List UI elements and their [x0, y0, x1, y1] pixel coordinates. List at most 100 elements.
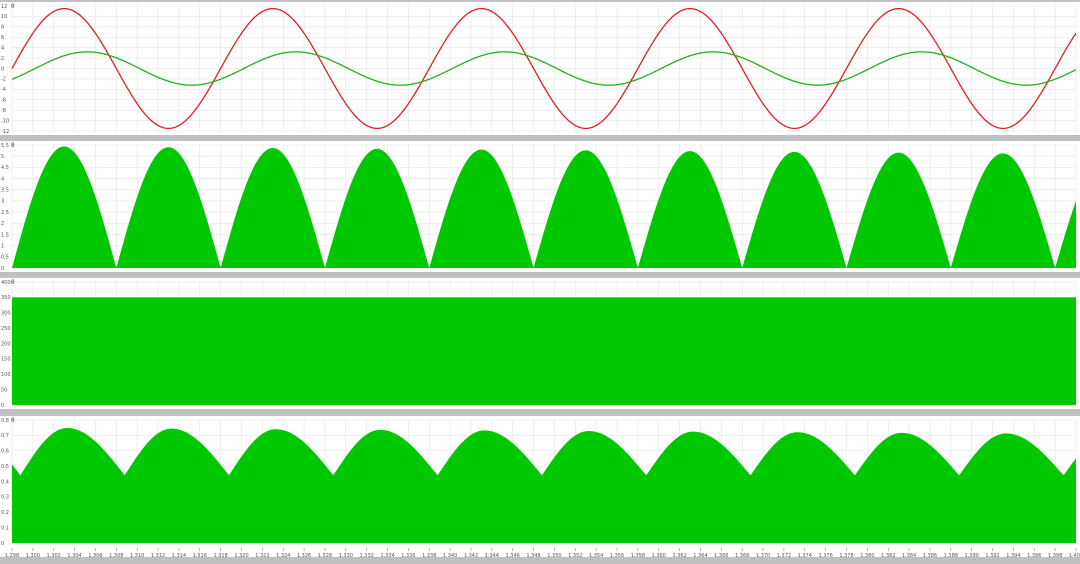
plot-canvas-4: 0 0.1 0.2 0.3 0.4 0.5 0.6 0.7 0.8: [1, 418, 1077, 547]
y-tick-label: 100: [1, 372, 11, 378]
y-tick-label: 0.4: [1, 479, 9, 485]
y-tick-label: 3: [1, 199, 4, 205]
x-tick-label: 1.364: [693, 553, 707, 559]
y-tick-label: 10: [1, 14, 7, 20]
x-tick-label: 1.336: [401, 553, 415, 559]
plot-panel-ripple[interactable]: 0 0.1 0.2 0.3 0.4 0.5 0.6 0.7 0.8 0: [0, 416, 1080, 547]
y-tick-label: 200: [1, 341, 11, 347]
series-fill-1: [12, 146, 1076, 268]
x-tick-label: 1.334: [380, 553, 394, 559]
x-tick-label: 1.386: [923, 553, 937, 559]
plot-canvas-2: 0 0.5 1 1.5 2 2.5 3 3.5 4 4.5 5 5.5: [1, 143, 1077, 272]
x-tick-label: 1.370: [756, 553, 770, 559]
x-tick-label: 1.354: [589, 553, 603, 559]
y-tick-label: -2: [1, 77, 6, 83]
y-tick-label: 0: [1, 66, 4, 72]
x-tick-label: 1.358: [631, 553, 645, 559]
y-tick-label: 300: [1, 311, 11, 317]
y-tick-label: -8: [1, 108, 6, 114]
y-tick-label: 400: [1, 280, 11, 286]
x-tick-label: 1.308: [109, 553, 123, 559]
y-tick-label: 6: [1, 35, 4, 41]
panel-marker: 0: [11, 142, 15, 149]
x-tick-label: 1.348: [526, 553, 540, 559]
x-tick-label: 1.300: [26, 553, 40, 559]
x-tick-label: 1.378: [839, 553, 853, 559]
x-tick-label: 1.318: [213, 553, 227, 559]
x-tick-label: 1.360: [652, 553, 666, 559]
x-tick-label: 1.362: [672, 553, 686, 559]
x-tick-label: 1.390: [965, 553, 979, 559]
panel-marker: 0: [11, 279, 15, 286]
y-tick-label: 150: [1, 357, 11, 363]
panel-marker: 0: [11, 3, 15, 10]
plot-panel-voltage-sine[interactable]: -12 -10 -8 -6 -4 -2 0 2 4 6 8 10 12 0: [0, 2, 1080, 135]
y-tick-label: 0.7: [1, 433, 9, 439]
y-tick-label: -10: [1, 118, 9, 124]
x-tick-label: 1.372: [777, 553, 791, 559]
y-tick-label: 0: [1, 266, 4, 272]
x-tick-label: 1.346: [506, 553, 520, 559]
plot-panel-switching[interactable]: 0 50 100 150 200 250 300 350 400 0: [0, 278, 1080, 409]
y-tick-label: 3.5: [1, 188, 9, 194]
y-tick-label: 0: [1, 403, 4, 409]
y-tick-label: 0.5: [1, 464, 9, 470]
y-tick-label: 0.6: [1, 449, 9, 455]
series-fill-1: [12, 297, 1076, 405]
x-tick-label: 1.316: [193, 553, 207, 559]
x-tick-label: 1.388: [944, 553, 958, 559]
x-tick-label: 1.368: [735, 553, 749, 559]
x-tick-label: 1.400: [1069, 553, 1080, 559]
y-tick-label: 8: [1, 25, 4, 31]
y-tick-label: 0.8: [1, 418, 9, 424]
y-tick-label: 4: [1, 45, 4, 51]
series-fill-1: [12, 428, 1076, 543]
x-tick-label: 1.320: [234, 553, 248, 559]
oscilloscope-window: -12 -10 -8 -6 -4 -2 0 2 4 6 8 10 12 0 0 0.5 1 1.5 2 2.5 3 3…: [0, 0, 1080, 559]
x-tick-label: 1.340: [443, 553, 457, 559]
y-tick-label: 5: [1, 154, 4, 160]
x-tick-label: 1.310: [130, 553, 144, 559]
y-tick-label: 2: [1, 56, 4, 62]
x-tick-label: 1.398: [1048, 553, 1062, 559]
x-tick-label: 1.342: [464, 553, 478, 559]
x-tick-label: 1.328: [318, 553, 332, 559]
y-tick-label: 2.5: [1, 210, 9, 216]
panel-marker: 0: [11, 417, 15, 424]
x-tick-label: 1.382: [881, 553, 895, 559]
y-tick-label: 0.1: [1, 525, 9, 531]
x-tick-label: 1.380: [860, 553, 874, 559]
y-tick-label: 4: [1, 176, 4, 182]
x-tick-label: 1.330: [339, 553, 353, 559]
y-tick-label: 250: [1, 326, 11, 332]
y-tick-label: 2: [1, 221, 4, 227]
x-tick-label: 1.356: [610, 553, 624, 559]
x-tick-label: 1.394: [1006, 553, 1020, 559]
x-tick-label: 1.324: [276, 553, 290, 559]
y-tick-label: -6: [1, 98, 6, 104]
y-tick-label: 4.5: [1, 165, 9, 171]
y-tick-label: 0.3: [1, 495, 9, 501]
y-tick-label: 0.2: [1, 510, 9, 516]
x-tick-label: 1.326: [297, 553, 311, 559]
time-axis-canvas: 1.298 1.300 1.302 1.304 1.306 1.308 1.310 1.312…: [5, 548, 1080, 559]
x-tick-label: 1.366: [714, 553, 728, 559]
x-tick-label: 1.306: [88, 553, 102, 559]
x-tick-label: 1.384: [902, 553, 916, 559]
x-tick-label: 1.298: [5, 553, 19, 559]
x-tick-label: 1.302: [47, 553, 61, 559]
x-tick-label: 1.396: [1027, 553, 1041, 559]
plot-panel-rectified[interactable]: 0 0.5 1 1.5 2 2.5 3 3.5 4 4.5 5 5.5 0: [0, 141, 1080, 272]
plot-canvas-3: 0 50 100 150 200 250 300 350 400: [1, 280, 1077, 409]
y-tick-label: 50: [1, 387, 7, 393]
y-tick-label: -4: [1, 87, 6, 93]
x-tick-label: 1.344: [485, 553, 499, 559]
time-axis: 1.298 1.300 1.302 1.304 1.306 1.308 1.310 1.312…: [0, 545, 1080, 559]
x-tick-label: 1.322: [255, 553, 269, 559]
y-tick-label: -12: [1, 129, 9, 135]
x-tick-label: 1.304: [67, 553, 81, 559]
y-tick-label: 12: [1, 4, 7, 10]
y-tick-label: 5.5: [1, 143, 9, 149]
x-tick-label: 1.374: [798, 553, 812, 559]
y-tick-label: 350: [1, 295, 11, 301]
